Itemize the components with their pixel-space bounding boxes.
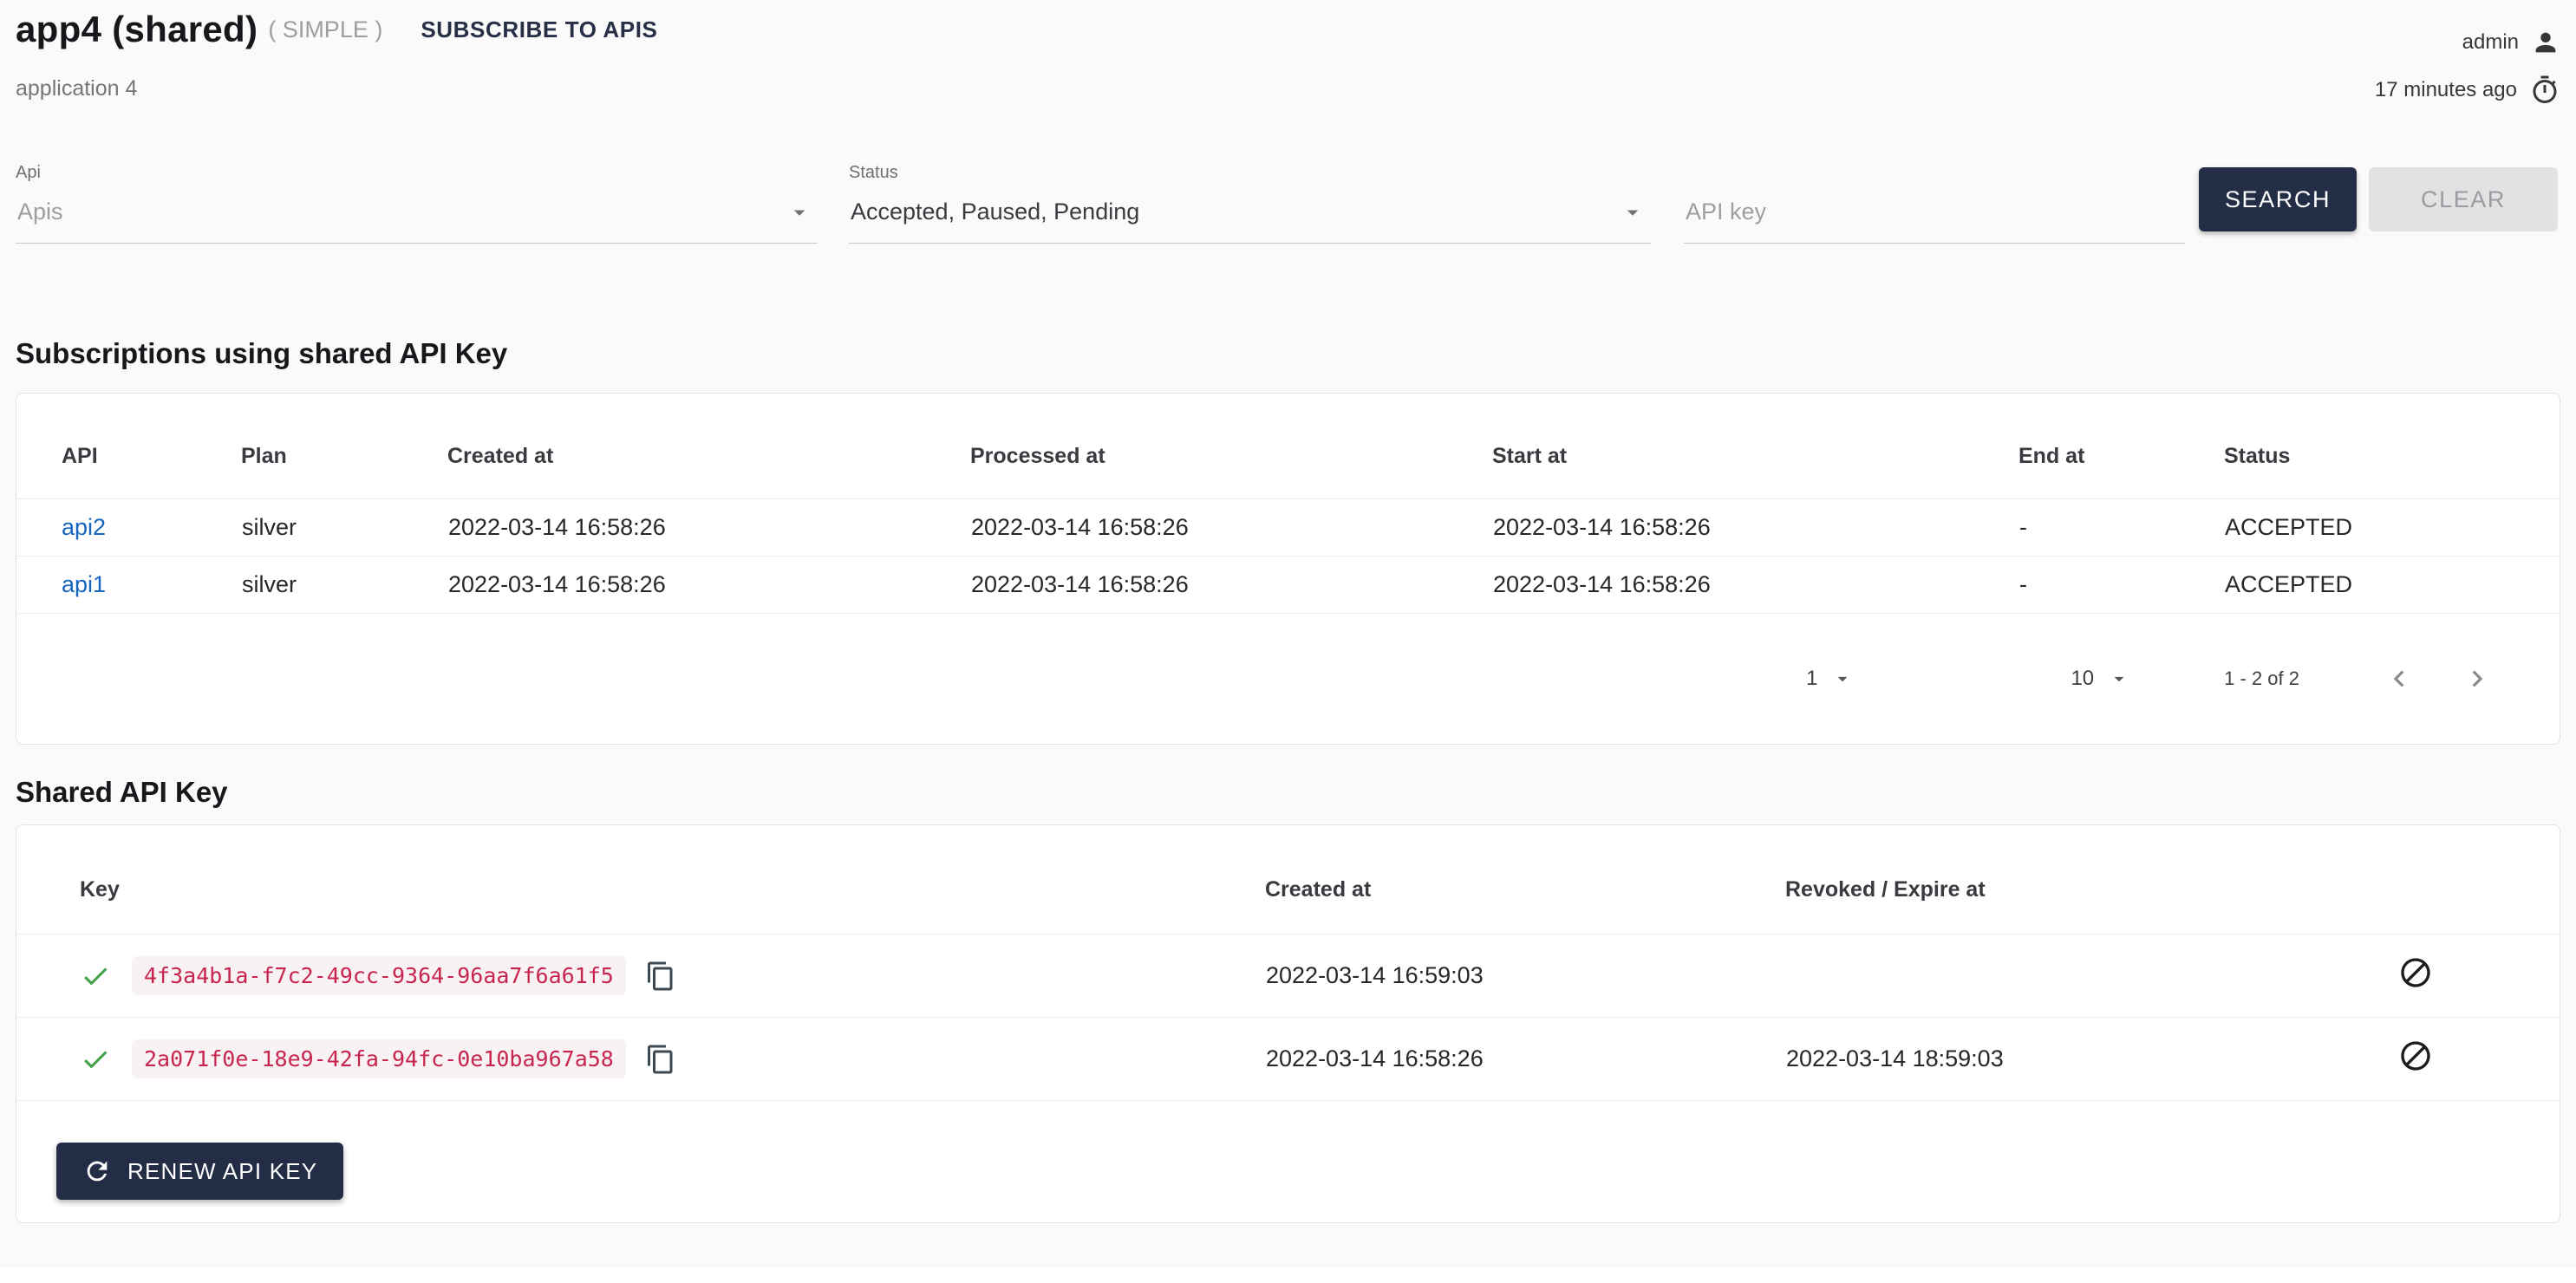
chevron-left-icon	[2383, 662, 2416, 695]
api-filter-select[interactable]: Apis	[16, 199, 818, 244]
key-created-cell: 2022-03-14 16:58:26	[1265, 1018, 1785, 1101]
key-revoked-cell: 2022-03-14 18:59:03	[1785, 1018, 2271, 1101]
api-key-input[interactable]	[1684, 199, 2185, 244]
search-button[interactable]: SEARCH	[2199, 167, 2357, 231]
column-header-key: Key	[16, 825, 1265, 935]
page-title: app4 (shared)	[16, 9, 258, 50]
end-cell: -	[2018, 499, 2224, 557]
api-key-value: 4f3a4b1a-f7c2-49cc-9364-96aa7f6a61f5	[132, 956, 626, 995]
renew-area: RENEW API KEY	[16, 1101, 2560, 1222]
previous-page-button[interactable]	[2383, 662, 2416, 695]
table-row: api2 silver 2022-03-14 16:58:26 2022-03-…	[16, 499, 2560, 557]
app-description: application 4	[16, 76, 657, 101]
paginator: 1 10 1 - 2 of 2	[16, 614, 2560, 744]
column-header-created: Created at	[447, 394, 970, 499]
api-filter-field: Api Apis	[16, 163, 818, 244]
user-name: admin	[2462, 30, 2519, 55]
copy-key-button[interactable]	[645, 961, 676, 992]
copy-key-button[interactable]	[645, 1044, 676, 1075]
plan-cell: silver	[241, 499, 447, 557]
api-link[interactable]: api2	[62, 514, 106, 540]
column-header-api: API	[16, 394, 241, 499]
api-filter-value: Apis	[17, 199, 63, 225]
start-cell: 2022-03-14 16:58:26	[1492, 499, 2018, 557]
last-activity-text: 17 minutes ago	[2375, 78, 2517, 102]
chevron-down-icon	[1831, 668, 1854, 690]
user-menu[interactable]: admin	[2375, 28, 2560, 57]
end-cell: -	[2018, 557, 2224, 614]
chevron-right-icon	[2461, 662, 2494, 695]
block-icon	[2398, 955, 2433, 990]
subscriptions-header-row: API Plan Created at Processed at Start a…	[16, 394, 2560, 499]
user-icon	[2531, 28, 2560, 57]
clear-button[interactable]: CLEAR	[2369, 167, 2558, 231]
page-header: app4 (shared) ( SIMPLE ) SUBSCRIBE TO AP…	[16, 0, 2560, 106]
shared-key-section-title: Shared API Key	[16, 776, 2560, 809]
column-header-start: Start at	[1492, 394, 2018, 499]
subscriptions-section-title: Subscriptions using shared API Key	[16, 337, 2560, 370]
status-cell: ACCEPTED	[2224, 499, 2560, 557]
status-cell: ACCEPTED	[2224, 557, 2560, 614]
check-icon	[80, 961, 111, 992]
filters-bar: Api Apis Status Accepted, Paused, Pendin…	[16, 163, 2560, 244]
column-header-plan: Plan	[241, 394, 447, 499]
column-header-end: End at	[2018, 394, 2224, 499]
start-cell: 2022-03-14 16:58:26	[1492, 557, 2018, 614]
api-filter-label: Api	[16, 163, 818, 183]
check-icon	[80, 1044, 111, 1075]
renew-api-key-button[interactable]: RENEW API KEY	[56, 1143, 343, 1200]
plan-cell: silver	[241, 557, 447, 614]
revoke-key-button[interactable]	[2398, 1039, 2433, 1073]
processed-cell: 2022-03-14 16:58:26	[970, 499, 1492, 557]
subscriptions-card: API Plan Created at Processed at Start a…	[16, 393, 2560, 745]
application-details-page: app4 (shared) ( SIMPLE ) SUBSCRIBE TO AP…	[0, 0, 2576, 1267]
table-row: 4f3a4b1a-f7c2-49cc-9364-96aa7f6a61f5 202…	[16, 935, 2560, 1018]
copy-icon	[645, 1044, 676, 1075]
key-revoked-cell	[1785, 935, 2271, 1018]
table-row: 2a071f0e-18e9-42fa-94fc-0e10ba967a58 202…	[16, 1018, 2560, 1101]
chevron-down-icon	[2108, 668, 2130, 690]
page-size-value: 10	[2071, 667, 2094, 691]
subscriptions-table: API Plan Created at Processed at Start a…	[16, 394, 2560, 614]
next-page-button[interactable]	[2461, 662, 2494, 695]
api-link[interactable]: api1	[62, 571, 106, 597]
api-key-value: 2a071f0e-18e9-42fa-94fc-0e10ba967a58	[132, 1039, 626, 1078]
copy-icon	[645, 961, 676, 992]
column-header-revoked: Revoked / Expire at	[1785, 825, 2271, 935]
renew-api-key-label: RENEW API KEY	[127, 1158, 317, 1185]
chevron-down-icon	[1620, 199, 1646, 225]
processed-cell: 2022-03-14 16:58:26	[970, 557, 1492, 614]
status-filter-select[interactable]: Accepted, Paused, Pending	[849, 199, 1651, 244]
shared-key-table: Key Created at Revoked / Expire at 4f3a4…	[16, 825, 2560, 1101]
key-created-cell: 2022-03-14 16:59:03	[1265, 935, 1785, 1018]
refresh-icon	[82, 1156, 112, 1186]
app-info: app4 (shared) ( SIMPLE ) SUBSCRIBE TO AP…	[16, 9, 657, 106]
column-header-status: Status	[2224, 394, 2560, 499]
user-meta: admin 17 minutes ago	[2375, 9, 2560, 106]
timer-icon	[2529, 75, 2560, 106]
shared-key-header-row: Key Created at Revoked / Expire at	[16, 825, 2560, 935]
page-select[interactable]: 1	[1806, 667, 1854, 691]
chevron-down-icon	[786, 199, 812, 225]
status-filter-label: Status	[849, 163, 1651, 183]
block-icon	[2398, 1039, 2433, 1073]
last-activity: 17 minutes ago	[2375, 75, 2560, 106]
shared-key-card: Key Created at Revoked / Expire at 4f3a4…	[16, 824, 2560, 1223]
api-key-filter-field	[1684, 199, 2185, 244]
subscribe-to-apis-link[interactable]: SUBSCRIBE TO APIS	[421, 16, 657, 43]
created-cell: 2022-03-14 16:58:26	[447, 557, 970, 614]
page-size-select[interactable]: 10	[2071, 667, 2130, 691]
status-filter-value: Accepted, Paused, Pending	[851, 199, 1139, 225]
app-type-label: ( SIMPLE )	[268, 16, 382, 43]
column-header-actions	[2271, 825, 2560, 935]
column-header-processed: Processed at	[970, 394, 1492, 499]
table-row: api1 silver 2022-03-14 16:58:26 2022-03-…	[16, 557, 2560, 614]
column-header-created: Created at	[1265, 825, 1785, 935]
page-select-value: 1	[1806, 667, 1817, 691]
revoke-key-button[interactable]	[2398, 955, 2433, 990]
status-filter-field: Status Accepted, Paused, Pending	[849, 163, 1651, 244]
pagination-range: 1 - 2 of 2	[2224, 668, 2299, 690]
created-cell: 2022-03-14 16:58:26	[447, 499, 970, 557]
